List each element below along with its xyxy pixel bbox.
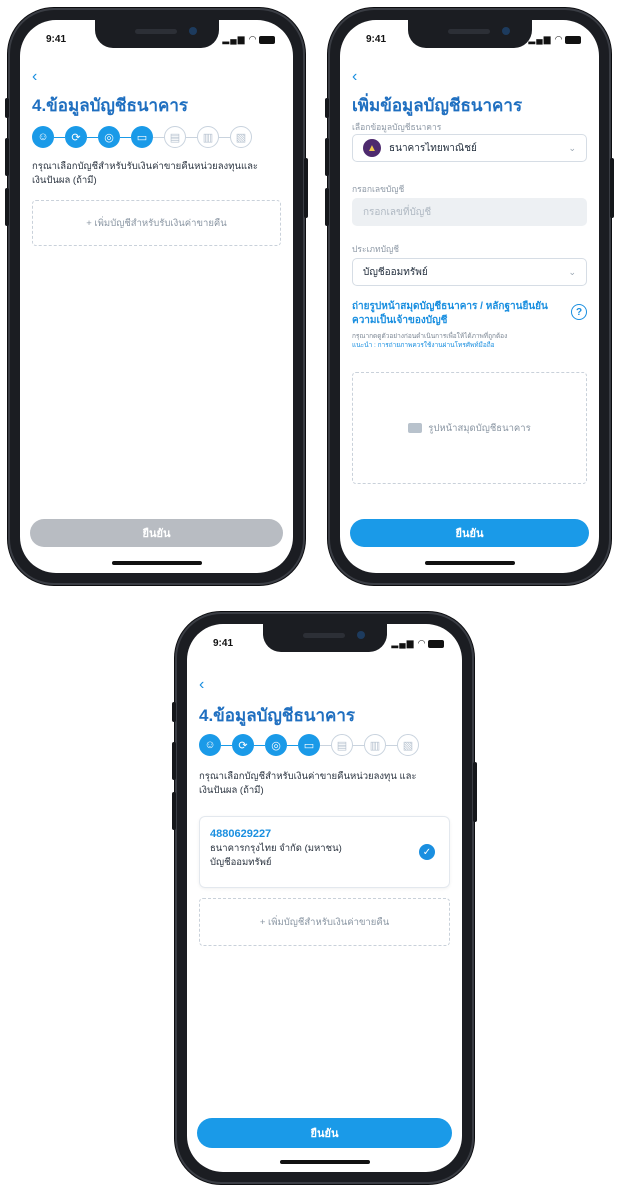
- home-indicator: [424, 561, 515, 565]
- confirm-button[interactable]: ยืนยัน: [197, 1118, 452, 1148]
- bank-select[interactable]: ▲ ธนาคารไทยพาณิชย์ ⌄: [352, 134, 587, 162]
- confirm-button[interactable]: ยืนยัน: [350, 519, 589, 547]
- shield-icon: ◎: [265, 734, 287, 756]
- bank-logo-icon: ▲: [363, 139, 381, 157]
- status-bar: 9:41 ▂▄▆ ◠: [187, 638, 462, 654]
- sync-icon: ⟳: [232, 734, 254, 756]
- status-time: 9:41: [46, 34, 67, 45]
- file-icon: ▧: [397, 734, 419, 756]
- account-type-label: ประเภทบัญชี: [352, 244, 400, 254]
- shield-icon: ◎: [98, 126, 120, 148]
- page-title: เพิ่มข้อมูลบัญชีธนาคาร: [352, 96, 523, 115]
- wifi-icon: ◠: [418, 638, 426, 648]
- account-number-field[interactable]: กรอกเลขที่บัญชี: [352, 198, 587, 226]
- wifi-icon: ◠: [555, 34, 563, 44]
- signal-icon: ▂▄▆: [391, 638, 415, 648]
- building-icon: ▥: [197, 126, 219, 148]
- help-icon[interactable]: ?: [571, 304, 587, 320]
- upload-label: รูปหน้าสมุดบัญชีธนาคาร: [428, 422, 531, 434]
- account-type-value: บัญชีออมทรัพย์: [363, 266, 428, 278]
- battery-icon: [259, 35, 275, 44]
- confirm-button[interactable]: ยืนยัน: [30, 519, 283, 547]
- user-icon: ☺: [32, 126, 54, 148]
- status-bar: 9:41 ▂▄▆ ◠: [20, 34, 293, 50]
- signal-icon: ▂▄▆: [222, 34, 246, 44]
- page-title: 4.ข้อมูลบัญชีธนาคาร: [199, 706, 356, 725]
- camera-icon: [408, 423, 423, 433]
- screen-bank-info-empty: 9:41 ▂▄▆ ◠ ‹ 4.ข้อมูลบัญชีธนาคาร ☺ ⟳ ◎ ▭…: [20, 20, 293, 573]
- status-icons: ▂▄▆ ◠: [222, 34, 275, 45]
- account-type-select[interactable]: บัญชีออมทรัพย์ ⌄: [352, 258, 587, 286]
- building-icon: ▥: [364, 734, 386, 756]
- phone-frame-3: 9:41 ▂▄▆ ◠ ‹ 4.ข้อมูลบัญชีธนาคาร ☺ ⟳ ◎ ▭…: [172, 612, 477, 1184]
- user-icon: ☺: [199, 734, 221, 756]
- account-bank: ธนาคารกรุงไทย จำกัด (มหาชน): [210, 843, 342, 854]
- photo-tip-link[interactable]: แนะนำ : การถ่ายภาพควรใช้งานผ่านโทรศัพท์ม…: [352, 341, 587, 350]
- page-title: 4.ข้อมูลบัญชีธนาคาร: [32, 96, 189, 115]
- phone-frame-1: 9:41 ▂▄▆ ◠ ‹ 4.ข้อมูลบัญชีธนาคาร ☺ ⟳ ◎ ▭…: [5, 8, 308, 585]
- account-number: 4880629227: [210, 828, 272, 840]
- account-number-label: กรอกเลขบัญชี: [352, 184, 405, 194]
- status-icons: ▂▄▆ ◠: [528, 34, 581, 45]
- back-button[interactable]: ‹: [32, 68, 37, 86]
- screen-bank-info-selected: 9:41 ▂▄▆ ◠ ‹ 4.ข้อมูลบัญชีธนาคาร ☺ ⟳ ◎ ▭…: [187, 624, 462, 1172]
- step-indicator: ☺ ⟳ ◎ ▭ ▤ ▥ ▧: [199, 734, 419, 756]
- status-icons: ▂▄▆ ◠: [391, 638, 444, 649]
- status-bar: 9:41 ▂▄▆ ◠: [340, 34, 599, 50]
- upload-passbook-area[interactable]: รูปหน้าสมุดบัญชีธนาคาร: [352, 372, 587, 484]
- check-icon: ✓: [419, 844, 435, 860]
- wifi-icon: ◠: [249, 34, 257, 44]
- account-card[interactable]: 4880629227 ธนาคารกรุงไทย จำกัด (มหาชน) บ…: [199, 816, 450, 888]
- back-button[interactable]: ‹: [199, 676, 204, 694]
- add-account-button[interactable]: + เพิ่มบัญชีสำหรับเงินค่าขายคืน: [199, 898, 450, 946]
- document-icon: ▤: [331, 734, 353, 756]
- card-icon: ▭: [131, 126, 153, 148]
- chevron-down-icon: ⌄: [568, 142, 576, 153]
- file-icon: ▧: [230, 126, 252, 148]
- card-icon: ▭: [298, 734, 320, 756]
- bank-select-label: เลือกข้อมูลบัญชีธนาคาร: [352, 122, 442, 132]
- home-indicator: [111, 561, 202, 565]
- photo-note: กรุณากดดูตัวอย่างก่อนดำเนินการเพื่อให้ได…: [352, 333, 508, 340]
- document-icon: ▤: [164, 126, 186, 148]
- phone-frame-2: 9:41 ▂▄▆ ◠ ‹ เพิ่มข้อมูลบัญชีธนาคาร เลือ…: [325, 8, 614, 585]
- step-indicator: ☺ ⟳ ◎ ▭ ▤ ▥ ▧: [32, 126, 252, 148]
- bank-select-value: ธนาคารไทยพาณิชย์: [389, 142, 477, 154]
- status-time: 9:41: [213, 638, 234, 649]
- battery-icon: [428, 639, 444, 648]
- signal-icon: ▂▄▆: [528, 34, 552, 44]
- back-button[interactable]: ‹: [352, 68, 357, 86]
- status-time: 9:41: [366, 34, 387, 45]
- instruction-text: กรุณาเลือกบัญชีสำหรับเงินค่าขายคืนหน่วยล…: [199, 771, 417, 796]
- account-type: บัญชีออมทรัพย์: [210, 857, 272, 868]
- photo-section-title: ถ่ายรูปหน้าสมุดบัญชีธนาคาร / หลักฐานยืนย…: [352, 301, 548, 326]
- screen-add-bank-account: 9:41 ▂▄▆ ◠ ‹ เพิ่มข้อมูลบัญชีธนาคาร เลือ…: [340, 20, 599, 573]
- chevron-down-icon: ⌄: [568, 266, 576, 277]
- sync-icon: ⟳: [65, 126, 87, 148]
- instruction-text: กรุณาเลือกบัญชีสำหรับรับเงินค่าขายคืนหน่…: [32, 161, 258, 186]
- battery-icon: [565, 35, 581, 44]
- add-account-button[interactable]: + เพิ่มบัญชีสำหรับรับเงินค่าขายคืน: [32, 200, 281, 246]
- home-indicator: [279, 1160, 370, 1164]
